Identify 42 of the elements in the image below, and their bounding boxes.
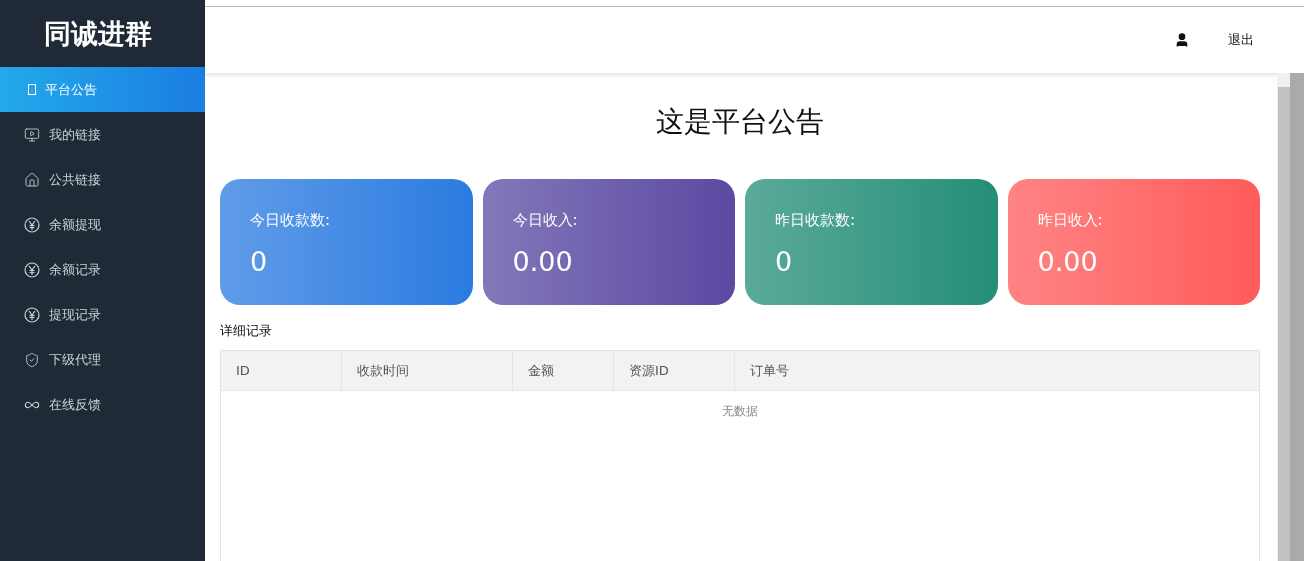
placeholder-icon	[28, 84, 36, 95]
logout-link[interactable]: 退出	[1228, 31, 1254, 49]
user-icon[interactable]	[1174, 32, 1190, 48]
column-header: 订单号	[749, 361, 790, 380]
yen-icon	[24, 216, 40, 233]
stat-value: 0.00	[1037, 246, 1099, 277]
stat-label: 昨日收款数:	[775, 211, 857, 230]
sidebar-item[interactable]: 提现记录	[0, 292, 205, 337]
section-title: 详细记录	[220, 322, 273, 340]
column-header: 资源ID	[614, 351, 735, 390]
sidebar-item[interactable]: 我的链接	[0, 112, 205, 157]
sidebar-item[interactable]: 下级代理	[0, 337, 205, 382]
sidebar-item-label: 余额记录	[49, 260, 101, 279]
sidebar-item[interactable]: 余额提现	[0, 202, 205, 247]
stat-label: 今日收款数:	[250, 211, 332, 230]
empty-message: 无数据	[721, 403, 759, 420]
sidebar-item[interactable]: 公共链接	[0, 157, 205, 202]
stat-label: 今日收入:	[512, 211, 579, 230]
sidebar-item[interactable]: 余额记录	[0, 247, 205, 292]
sidebar-item-label: 公共链接	[49, 170, 101, 189]
stat-label: 昨日收入:	[1037, 211, 1104, 230]
notice-title: 这是平台公告	[655, 104, 825, 140]
sidebar-item-label: 提现记录	[49, 305, 101, 324]
sidebar-item-label: 在线反馈	[49, 395, 101, 414]
sidebar-item[interactable]: 在线反馈	[0, 382, 205, 427]
column-header: ID	[221, 351, 342, 390]
yen-icon	[24, 261, 40, 278]
video-screen-icon	[24, 126, 40, 143]
yen-icon	[24, 306, 40, 323]
column-header: 收款时间	[342, 351, 513, 390]
stat-value: 0	[250, 246, 269, 277]
scrollbar[interactable]	[1277, 73, 1304, 561]
sidebar-item-label: 我的链接	[49, 125, 101, 144]
sidebar-item-label: 平台公告	[45, 80, 97, 99]
stat-value: 0.00	[512, 246, 574, 277]
shield-check-icon	[24, 351, 40, 368]
home-icon	[24, 171, 40, 188]
stat-value: 0	[775, 246, 794, 277]
column-header: 金额	[513, 351, 614, 390]
sidebar-item-label: 余额提现	[49, 215, 101, 234]
sidebar-item-label: 下级代理	[49, 350, 101, 369]
logo: 同诚进群	[43, 16, 153, 51]
